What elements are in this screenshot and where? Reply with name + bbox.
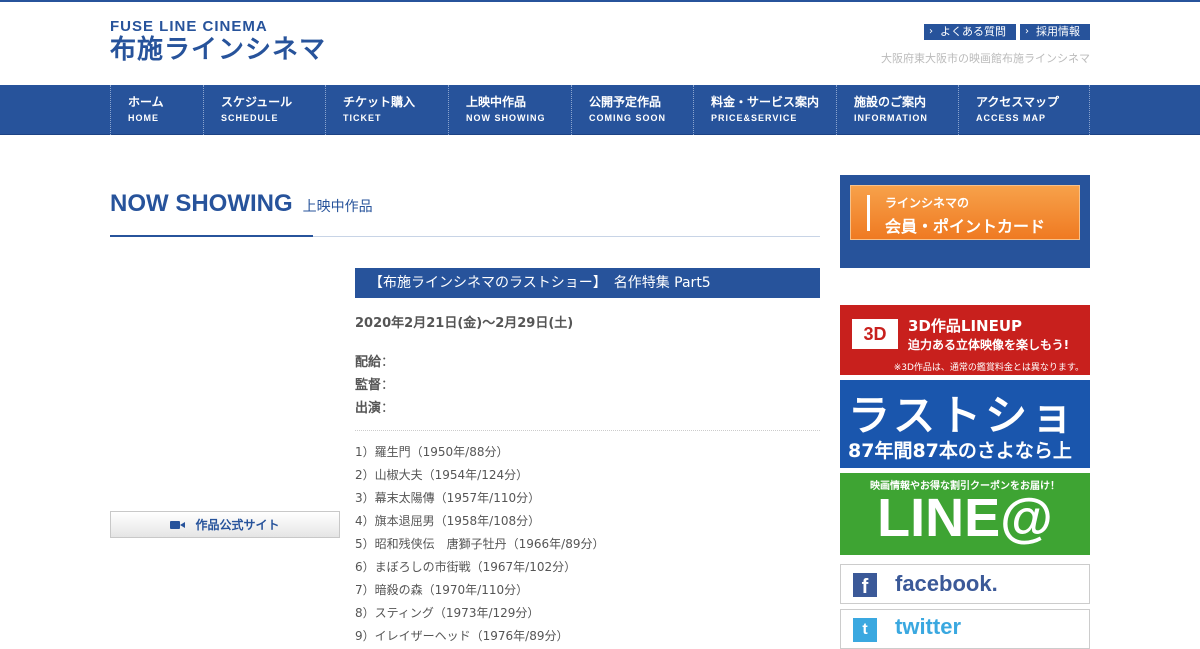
list-item: 6）まぼろしの市街戦（1967年/102分） <box>355 560 577 574</box>
faq-link[interactable]: よくある質問 <box>924 24 1016 40</box>
film-list: 1）羅生門（1950年/88分） 2）山椒大夫（1954年/124分） 3）幕末… <box>355 441 820 648</box>
header-links: よくある質問 採用情報 <box>924 24 1090 40</box>
list-item: 3）幕末太陽傳（1957年/110分） <box>355 491 541 505</box>
3d-banner-note: ※3D作品は、通常の鑑賞料金とは異なります。 <box>893 363 1084 373</box>
member-banner-line1: ラインシネマの <box>885 196 970 210</box>
nav-label: アクセスマップ <box>976 95 1060 109</box>
page-heading: NOW SHOWING 上映中作品 <box>110 190 820 237</box>
nav-coming-soon[interactable]: 公開予定作品 COMING SOON <box>571 85 693 135</box>
sidebar: ラインシネマの 会員・ポイントカード 3D 3D作品LINEUP 迫力ある立体映… <box>840 175 1090 649</box>
video-camera-icon <box>170 520 186 530</box>
facebook-banner[interactable]: f facebook. <box>840 564 1090 604</box>
meta-distributor: 配給： <box>355 355 395 370</box>
list-item: 1）羅生門（1950年/88分） <box>355 445 509 459</box>
meta-director: 監督： <box>355 378 395 393</box>
nav-price-service[interactable]: 料金・サービス案内 PRICE&SERVICE <box>693 85 836 135</box>
twitter-label: twitter <box>895 614 961 639</box>
movie-title: 【布施ラインシネマのラストショー】 名作特集 Part5 <box>355 268 820 298</box>
nav-label: 施設のご案内 <box>854 95 927 109</box>
nav-label: 公開予定作品 <box>589 95 662 109</box>
global-nav: ホーム HOME スケジュール SCHEDULE チケット購入 TICKET 上映中作… <box>0 85 1200 135</box>
nav-label: 上映中作品 <box>466 95 527 109</box>
nav-now-showing[interactable]: 上映中作品 NOW SHOWING <box>448 85 571 135</box>
title-divider <box>110 235 820 237</box>
list-item: 5）昭和残侠伝 唐獅子牡丹（1966年/89分） <box>355 537 605 551</box>
facebook-label: facebook. <box>895 571 998 596</box>
list-item: 2）山椒大夫（1954年/124分） <box>355 468 529 482</box>
line-banner[interactable]: 映画情報やお得な割引クーポンをお届け！ LINE@ <box>840 473 1090 555</box>
list-item: 9）イレイザーヘッド（1976年/89分） <box>355 629 569 643</box>
movie-dates: 2020年2月21日(金)～2月29日(土) <box>355 316 574 331</box>
3d-lineup-banner[interactable]: 3D 3D作品LINEUP 迫力ある立体映像を楽しもう! ※3D作品は、通常の鑑… <box>840 305 1090 375</box>
nav-label: スケジュール <box>221 95 293 109</box>
last-show-title: ラストショ <box>848 391 1078 440</box>
3d-banner-title: 3D作品LINEUP <box>908 317 1023 335</box>
3d-banner-subtitle: 迫力ある立体映像を楽しもう! <box>908 338 1070 352</box>
list-item: 4）旗本退屈男（1958年/108分） <box>355 514 541 528</box>
site-logo[interactable]: FUSE LINE CINEMA 布施ラインシネマ <box>110 18 326 65</box>
movie-meta: 配給： 監督： 出演： <box>355 351 820 420</box>
nav-sublabel: PRICE&SERVICE <box>711 113 798 123</box>
meta-label: 出演 <box>355 401 382 416</box>
meta-cast: 出演： <box>355 401 395 416</box>
nav-sublabel: ACCESS MAP <box>976 113 1047 123</box>
page-title: NOW SHOWING <box>110 190 293 217</box>
nav-label: ホーム <box>128 95 164 109</box>
site-tagline: 大阪府東大阪市の映画館布施ラインシネマ <box>881 52 1090 65</box>
meta-label: 配給 <box>355 355 382 370</box>
nav-sublabel: HOME <box>128 113 159 123</box>
member-banner-line2: 会員・ポイントカード <box>885 217 1046 236</box>
nav-sublabel: NOW SHOWING <box>466 113 546 123</box>
logo-japanese: 布施ラインシネマ <box>110 35 327 65</box>
last-show-banner[interactable]: ラストショ 87年間87本のさよなら上 <box>840 380 1090 468</box>
official-site-label: 作品公式サイト <box>195 518 280 532</box>
3d-badge: 3D <box>852 319 898 349</box>
nav-label: チケット購入 <box>343 95 416 109</box>
dotted-divider <box>355 430 820 431</box>
nav-sublabel: INFORMATION <box>854 113 928 123</box>
list-item: 8）スティング（1973年/129分） <box>355 606 540 620</box>
nav-sublabel: COMING SOON <box>589 113 667 123</box>
member-card-banner[interactable]: ラインシネマの 会員・ポイントカード <box>840 175 1090 268</box>
nav-sublabel: TICKET <box>343 113 382 123</box>
official-site-button[interactable]: 作品公式サイト <box>110 511 340 538</box>
nav-home[interactable]: ホーム HOME <box>110 85 203 135</box>
twitter-bird-icon: t <box>853 618 877 642</box>
recruit-link[interactable]: 採用情報 <box>1020 24 1090 40</box>
nav-information[interactable]: 施設のご案内 INFORMATION <box>836 85 958 135</box>
line-banner-title: LINE@ <box>877 488 1053 548</box>
twitter-banner[interactable]: t twitter <box>840 609 1090 649</box>
nav-schedule[interactable]: スケジュール SCHEDULE <box>203 85 325 135</box>
list-item: 7）暗殺の森（1970年/110分） <box>355 583 529 597</box>
nav-access-map[interactable]: アクセスマップ ACCESS MAP <box>958 85 1090 135</box>
site-header: FUSE LINE CINEMA 布施ラインシネマ よくある質問 採用情報 大阪… <box>0 2 1200 85</box>
movie-detail: 【布施ラインシネマのラストショー】 名作特集 Part5 2020年2月21日(… <box>355 268 820 648</box>
page-subtitle: 上映中作品 <box>302 199 373 215</box>
meta-label: 監督 <box>355 378 382 393</box>
last-show-subtitle: 87年間87本のさよなら上 <box>848 440 1072 462</box>
logo-english: FUSE LINE CINEMA <box>110 18 268 35</box>
nav-label: 料金・サービス案内 <box>711 95 820 109</box>
nav-ticket[interactable]: チケット購入 TICKET <box>325 85 448 135</box>
nav-sublabel: SCHEDULE <box>221 113 279 123</box>
member-card-button: ラインシネマの 会員・ポイントカード <box>850 185 1080 240</box>
facebook-icon: f <box>853 573 877 598</box>
